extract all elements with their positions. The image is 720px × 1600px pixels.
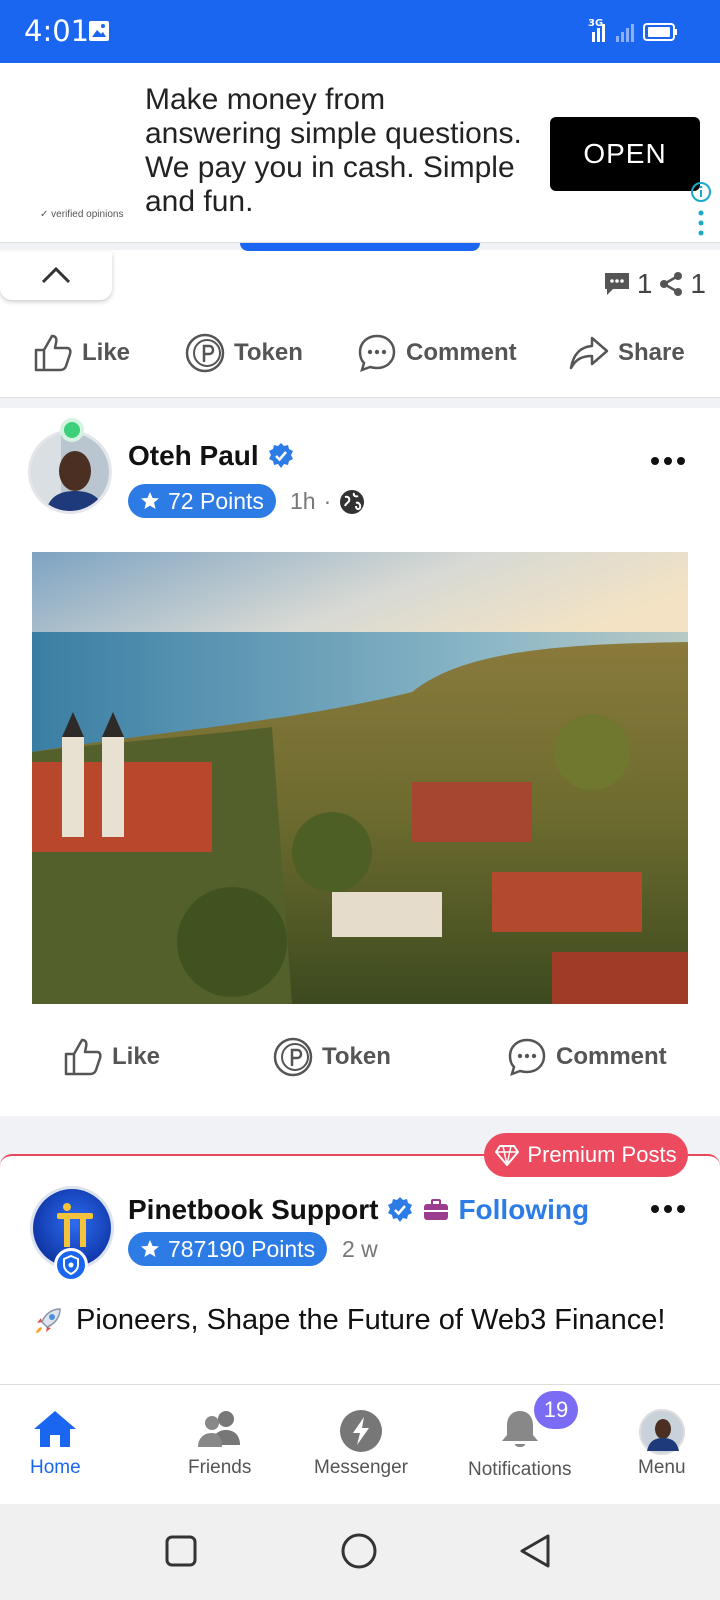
share-arrow-icon bbox=[569, 336, 609, 370]
premium-posts-badge[interactable]: Premium Posts bbox=[484, 1133, 688, 1177]
shield-icon bbox=[63, 1254, 79, 1276]
like-button[interactable]: Like bbox=[62, 1036, 160, 1078]
token-button[interactable]: Token bbox=[184, 332, 303, 374]
post-stats: 1 1 bbox=[603, 268, 706, 300]
globe-icon bbox=[340, 489, 365, 514]
back-triangle-icon[interactable] bbox=[518, 1532, 552, 1570]
diamond-icon bbox=[495, 1145, 520, 1166]
post-time: 2 w bbox=[342, 1236, 378, 1262]
ad-text: Make money from answering simple questio… bbox=[145, 83, 522, 218]
friends-icon bbox=[197, 1411, 240, 1447]
post-author[interactable]: Pinetbook Support Following bbox=[128, 1194, 589, 1226]
recents-square-icon[interactable] bbox=[164, 1534, 198, 1568]
nav-home[interactable]: Home bbox=[30, 1409, 81, 1479]
signal-battery-icon: 3G bbox=[588, 18, 677, 42]
status-bar: 4:01 3G bbox=[0, 0, 720, 63]
comment-bubble-icon bbox=[358, 334, 396, 373]
post-author[interactable]: Oteh Paul bbox=[128, 440, 295, 472]
briefcase-icon bbox=[424, 1199, 449, 1220]
following-button[interactable]: Following bbox=[458, 1194, 589, 1226]
comment-bubble-icon bbox=[508, 1038, 546, 1077]
home-icon bbox=[34, 1411, 77, 1447]
network-type-label: 3G bbox=[588, 18, 603, 29]
token-button[interactable]: Token bbox=[272, 1036, 391, 1078]
star-icon bbox=[141, 492, 159, 509]
author-avatar[interactable] bbox=[28, 430, 112, 514]
token-coin-icon bbox=[273, 1037, 313, 1077]
points-badge: 72 Points bbox=[128, 484, 276, 518]
post-meta: 2 w bbox=[342, 1236, 378, 1263]
ad-info-icon[interactable] bbox=[690, 181, 712, 241]
menu-avatar bbox=[638, 1409, 685, 1455]
verified-badge-icon bbox=[268, 443, 293, 468]
chevron-up-icon bbox=[41, 266, 71, 284]
token-coin-icon bbox=[185, 333, 225, 373]
rocket-icon bbox=[36, 1307, 61, 1333]
nav-messenger[interactable]: Messenger bbox=[314, 1409, 408, 1479]
post-meta: 1h · bbox=[290, 488, 365, 515]
image-icon bbox=[89, 21, 109, 41]
thumbs-up-icon bbox=[64, 1038, 102, 1076]
share-count: 1 bbox=[690, 268, 706, 299]
shield-badge bbox=[54, 1248, 88, 1282]
verified-badge-icon bbox=[388, 1197, 413, 1222]
star-icon bbox=[141, 1240, 159, 1257]
bottom-navigation: Home Friends Messenger Notifications Men… bbox=[0, 1384, 720, 1504]
comment-button[interactable]: Comment bbox=[356, 332, 517, 374]
comment-count: 1 bbox=[636, 268, 653, 299]
system-navigation-bar bbox=[0, 1504, 720, 1600]
landscape-photo bbox=[32, 552, 688, 1004]
post-time: 1h bbox=[290, 488, 316, 514]
premium-post-card bbox=[0, 1154, 720, 1384]
ad-open-button[interactable]: OPEN bbox=[550, 117, 700, 191]
post-body-text: Pioneers, Shape the Future of Web3 Finan… bbox=[32, 1304, 666, 1337]
notifications-badge: 19 bbox=[534, 1391, 578, 1429]
share-button[interactable]: Share bbox=[568, 332, 685, 374]
comment-button[interactable]: Comment bbox=[506, 1036, 667, 1078]
nav-friends[interactable]: Friends bbox=[188, 1409, 251, 1479]
thumbs-up-icon bbox=[34, 334, 72, 372]
nav-menu[interactable]: Menu bbox=[638, 1409, 686, 1479]
messenger-bolt-icon bbox=[340, 1410, 382, 1452]
points-badge: 787190 Points bbox=[128, 1232, 328, 1266]
ad-brand: ✓ verified opinions bbox=[40, 209, 124, 220]
status-time: 4:01 bbox=[24, 14, 90, 48]
online-status-dot bbox=[60, 418, 84, 442]
post-more-options-icon[interactable] bbox=[650, 456, 686, 466]
ad-banner[interactable]: ✓ verified opinions Make money from answ… bbox=[0, 63, 720, 243]
share-count-icon bbox=[660, 272, 683, 296]
home-circle-icon[interactable] bbox=[340, 1532, 378, 1570]
post-more-options-icon[interactable] bbox=[650, 1204, 686, 1214]
comment-count-icon bbox=[604, 273, 629, 295]
collapse-ad-button[interactable] bbox=[0, 252, 112, 300]
post-image[interactable] bbox=[32, 552, 688, 1004]
like-button[interactable]: Like bbox=[32, 332, 130, 374]
blue-button-edge bbox=[240, 243, 480, 251]
